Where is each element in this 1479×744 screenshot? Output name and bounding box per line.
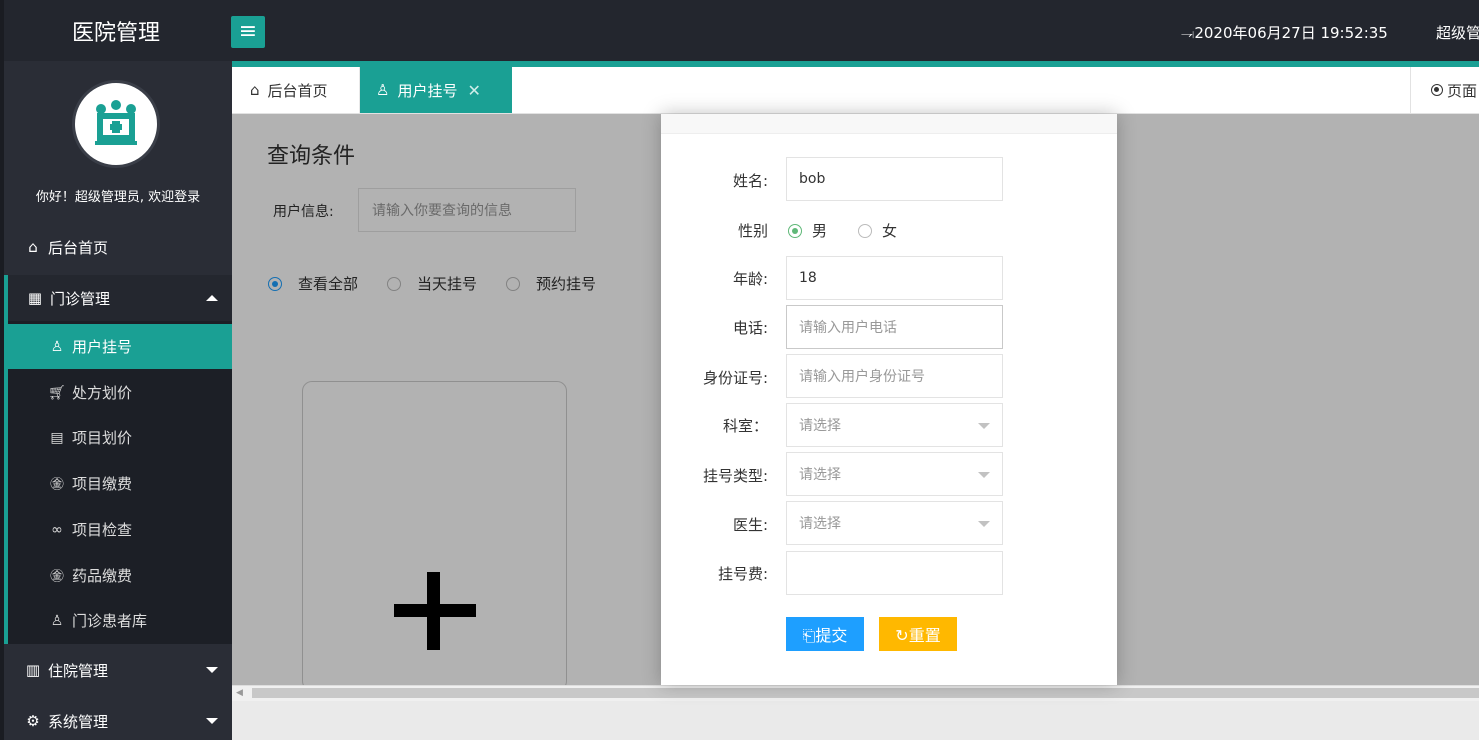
age-field[interactable]: 18 bbox=[786, 256, 1003, 300]
yen-icon: ㊎ bbox=[50, 476, 64, 493]
yen-icon: ㊎ bbox=[50, 568, 64, 585]
sidebar-item-drug-payment[interactable]: ㊎ 药品缴费 bbox=[8, 553, 232, 598]
sidebar-item-patient-library[interactable]: ♙ 门诊患者库 bbox=[8, 598, 232, 643]
brand-title: 医院管理 bbox=[71, 20, 160, 46]
chevron-down-icon bbox=[978, 423, 990, 429]
department-label: 科室： bbox=[722, 417, 768, 435]
sidebar-item-label: 用户挂号 bbox=[72, 338, 133, 356]
sidebar-item-project-pricing[interactable]: ▤ 项目划价 bbox=[8, 415, 232, 460]
sidebar-item-label: 门诊患者库 bbox=[72, 612, 148, 630]
department-select-value: 请选择 bbox=[799, 418, 841, 434]
hamburger-icon[interactable]: ≡ bbox=[231, 16, 265, 48]
scrollbar-thumb[interactable] bbox=[252, 688, 1479, 698]
document-icon: ▤ bbox=[50, 429, 64, 446]
sidebar-item-label: 项目检查 bbox=[72, 521, 133, 539]
fee-field[interactable] bbox=[786, 551, 1003, 595]
home-icon: ⌂ bbox=[250, 81, 260, 99]
register-type-select-value: 请选择 bbox=[799, 467, 841, 483]
name-label: 姓名: bbox=[732, 172, 768, 190]
sidebar-item-prescription-pricing[interactable]: 🛒︎ 处方划价 bbox=[8, 370, 232, 415]
gender-male-label: 男 bbox=[812, 222, 828, 240]
department-select[interactable]: 请选择 bbox=[786, 403, 1003, 447]
welcome-text: 你好！超级管理员, 欢迎登录 bbox=[35, 190, 201, 205]
tab-user-register[interactable]: ♙ 用户挂号 ✕ bbox=[360, 67, 512, 113]
building-icon: ▥ bbox=[25, 661, 41, 679]
sidebar-item-label: 后台首页 bbox=[48, 238, 109, 257]
sidebar-item-label: 系统管理 bbox=[48, 712, 109, 731]
reset-button[interactable]: ↻重置 bbox=[879, 617, 957, 651]
fee-label: 挂号费: bbox=[717, 565, 768, 583]
gender-label: 性别 bbox=[737, 222, 768, 240]
sidebar-item-project-check[interactable]: ∞ 项目检查 bbox=[8, 507, 232, 552]
register-type-label: 挂号类型: bbox=[702, 467, 768, 485]
footer bbox=[232, 701, 1479, 740]
sidebar-item-label: 药品缴费 bbox=[72, 567, 133, 585]
sidebar-item-label: 处方划价 bbox=[72, 384, 133, 402]
cart-icon: 🛒︎ bbox=[48, 384, 66, 401]
chevron-down-icon bbox=[206, 718, 218, 724]
chevron-down-icon bbox=[206, 667, 218, 673]
id-number-label: 身份证号: bbox=[702, 369, 768, 387]
current-datetime: ⥗2020年06月27日 19:52:35 bbox=[1181, 24, 1388, 42]
hospital-logo bbox=[72, 80, 160, 168]
doctor-select[interactable]: 请选择 bbox=[786, 501, 1003, 545]
grid-icon: ▦ bbox=[27, 289, 43, 307]
user-icon: ♙ bbox=[50, 338, 64, 355]
tab-label: 用户挂号 bbox=[397, 81, 458, 100]
tab-label: 后台首页 bbox=[267, 81, 328, 100]
chevron-up-icon bbox=[206, 295, 218, 301]
id-number-field[interactable]: 请输入用户身份证号 bbox=[786, 354, 1003, 398]
user-icon: ♙ bbox=[376, 81, 390, 99]
sidebar-item-clinic[interactable]: ▦ 门诊管理 bbox=[4, 275, 232, 321]
infinity-icon: ∞ bbox=[51, 521, 63, 538]
gear-icon: ⚙ bbox=[26, 712, 40, 730]
target-icon bbox=[1431, 84, 1443, 96]
sidebar-item-home[interactable]: ⌂ 后台首页 bbox=[4, 224, 232, 270]
sidebar-item-project-payment[interactable]: ㊎ 项目缴费 bbox=[8, 461, 232, 506]
page-operations-menu[interactable]: 页面 bbox=[1410, 67, 1479, 113]
doctor-label: 医生: bbox=[732, 516, 768, 534]
name-field[interactable]: bob bbox=[786, 157, 1003, 201]
radio-icon bbox=[858, 223, 872, 238]
home-icon: ⌂ bbox=[28, 238, 38, 256]
sidebar-item-user-register[interactable]: ♙ 用户挂号 bbox=[8, 324, 232, 369]
person-icon: ♙ bbox=[50, 612, 64, 629]
scroll-left-icon[interactable]: ◀ bbox=[236, 688, 243, 698]
sidebar-item-label: 项目划价 bbox=[72, 429, 133, 447]
page-ops-label: 页面 bbox=[1447, 81, 1478, 100]
sidebar-item-label: 门诊管理 bbox=[50, 289, 111, 308]
sidebar-item-inpatient[interactable]: ▥ 住院管理 bbox=[4, 647, 232, 693]
doctor-select-value: 请选择 bbox=[799, 516, 841, 532]
phone-label: 电话: bbox=[732, 319, 768, 337]
age-label: 年龄: bbox=[732, 270, 768, 288]
hospital-logo-icon bbox=[83, 91, 149, 157]
chevron-down-icon bbox=[978, 521, 990, 527]
close-icon[interactable]: ✕ bbox=[467, 81, 480, 100]
gender-female-label: 女 bbox=[882, 222, 898, 240]
register-type-select[interactable]: 请选择 bbox=[786, 452, 1003, 496]
tab-home[interactable]: ⌂ 后台首页 bbox=[236, 67, 360, 113]
submit-button[interactable]: ⎗提交 bbox=[786, 617, 864, 651]
phone-field[interactable]: 请输入用户电话 bbox=[786, 305, 1003, 349]
dialog-header bbox=[661, 114, 1117, 134]
user-menu[interactable]: 超级管 bbox=[1436, 0, 1479, 61]
gender-male-radio[interactable]: 男 bbox=[788, 220, 827, 241]
sidebar-item-label: 项目缴费 bbox=[72, 475, 133, 493]
sidebar-item-system[interactable]: ⚙ 系统管理 bbox=[4, 698, 232, 744]
sidebar-item-label: 住院管理 bbox=[48, 661, 109, 680]
chevron-down-icon bbox=[978, 472, 990, 478]
radio-selected-icon bbox=[788, 223, 802, 238]
gender-female-radio[interactable]: 女 bbox=[858, 220, 897, 241]
